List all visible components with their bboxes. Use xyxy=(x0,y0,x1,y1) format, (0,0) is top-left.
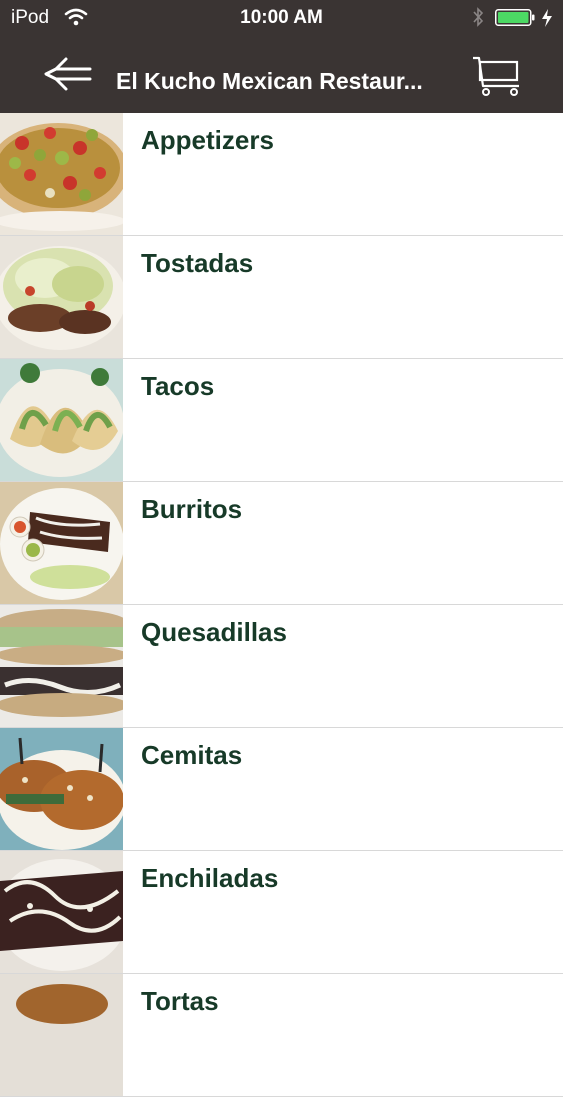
category-row-burritos[interactable]: Burritos xyxy=(0,482,563,605)
category-label: Cemitas xyxy=(141,740,243,770)
category-row-quesadillas[interactable]: Quesadillas xyxy=(0,605,563,728)
appetizers-photo xyxy=(0,113,123,235)
menu-category-list: Appetizers Tostadas Tacos Burritos Quesa… xyxy=(0,113,563,1097)
category-row-enchiladas[interactable]: Enchiladas xyxy=(0,851,563,974)
category-row-tortas[interactable]: Tortas xyxy=(0,974,563,1097)
category-row-cemitas[interactable]: Cemitas xyxy=(0,728,563,851)
burritos-photo xyxy=(0,482,123,604)
category-label: Tacos xyxy=(141,371,215,401)
category-label: Tostadas xyxy=(141,248,254,278)
category-label: Tortas xyxy=(141,986,219,1016)
category-row-tostadas[interactable]: Tostadas xyxy=(0,236,563,359)
category-row-tacos[interactable]: Tacos xyxy=(0,359,563,482)
quesadillas-photo xyxy=(0,605,123,727)
category-row-appetizers[interactable]: Appetizers xyxy=(0,113,563,236)
navigation-bar: El Kucho Mexican Restaur... xyxy=(0,38,563,113)
tostadas-photo xyxy=(0,236,123,358)
top-bar: iPod 10:00 AM El Kucho Mexican Restaur..… xyxy=(0,0,563,113)
tortas-photo xyxy=(0,974,123,1096)
tacos-photo xyxy=(0,359,123,481)
category-label: Burritos xyxy=(141,494,243,524)
page-title: El Kucho Mexican Restaur... xyxy=(116,68,423,94)
cart-icon[interactable] xyxy=(469,52,525,98)
category-label: Quesadillas xyxy=(141,617,287,647)
battery-icon xyxy=(495,9,535,26)
bluetooth-icon xyxy=(473,7,484,27)
cemitas-photo xyxy=(0,728,123,850)
charging-icon xyxy=(542,9,552,27)
category-label: Appetizers xyxy=(141,125,274,155)
category-label: Enchiladas xyxy=(141,863,279,893)
back-arrow-icon[interactable] xyxy=(40,54,96,94)
status-bar: iPod 10:00 AM xyxy=(0,0,563,38)
enchiladas-photo xyxy=(0,851,123,973)
